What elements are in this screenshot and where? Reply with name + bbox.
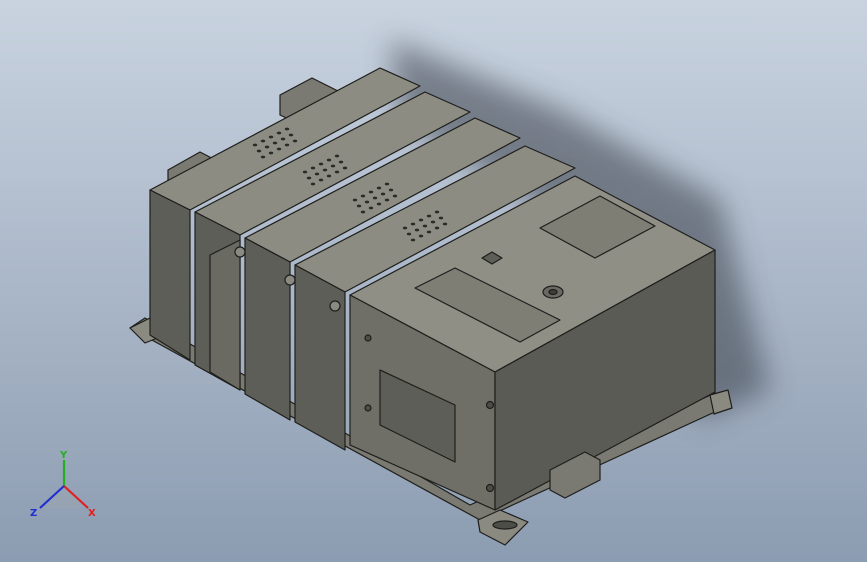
terminal-dot <box>342 166 348 170</box>
terminal-dot <box>284 143 290 147</box>
y-axis-label: Y <box>59 450 68 461</box>
terminal-dot <box>310 166 316 170</box>
terminal-dot <box>368 206 374 210</box>
terminal-dot <box>256 149 262 153</box>
terminal-dot <box>280 137 286 141</box>
contactor-assembly-model[interactable] <box>0 0 867 562</box>
side-screw-top <box>485 400 495 410</box>
terminal-dot <box>326 174 332 178</box>
terminal-dot <box>302 170 308 174</box>
cad-viewport[interactable]: Y X Z <box>0 0 867 562</box>
terminal-screw-2 <box>284 274 296 286</box>
terminal-dot <box>384 182 390 186</box>
terminal-dot <box>360 194 366 198</box>
terminal-dot <box>410 222 416 226</box>
terminal-dot <box>326 158 332 162</box>
terminal-dot <box>318 162 324 166</box>
orientation-triad[interactable]: Y X Z <box>28 448 100 520</box>
terminal-dot <box>384 198 390 202</box>
terminal-dot <box>430 220 436 224</box>
terminal-dot <box>434 210 440 214</box>
terminal-dot <box>268 135 274 139</box>
terminal-dot <box>410 238 416 242</box>
terminal-dot <box>380 192 386 196</box>
terminal-dot <box>356 204 362 208</box>
terminal-dot <box>310 182 316 186</box>
base-plate-tab-right <box>709 389 733 415</box>
pole-module-3-side <box>244 237 291 421</box>
terminal-dot <box>414 228 420 232</box>
terminal-dot <box>360 210 366 214</box>
terminal-screw-1 <box>234 246 246 258</box>
x-axis-label: X <box>88 508 96 519</box>
terminal-dot <box>264 145 270 149</box>
terminal-dot <box>292 139 298 143</box>
terminal-dot <box>330 164 336 168</box>
terminal-dot <box>418 234 424 238</box>
terminal-dot <box>402 226 408 230</box>
terminal-dot <box>284 127 290 131</box>
terminal-dot <box>376 186 382 190</box>
terminal-dot <box>322 168 328 172</box>
terminal-dot <box>364 200 370 204</box>
terminal-dot <box>438 216 444 220</box>
terminal-dot <box>276 131 282 135</box>
terminal-dot <box>426 230 432 234</box>
terminal-dot <box>352 198 358 202</box>
pole-module-2-front <box>209 239 241 391</box>
front-screw-top <box>364 334 372 342</box>
terminal-dot <box>260 155 266 159</box>
terminal-dot <box>434 226 440 230</box>
terminal-dot <box>334 170 340 174</box>
terminal-dot <box>426 214 432 218</box>
terminal-dot <box>272 141 278 145</box>
terminal-dot <box>368 190 374 194</box>
mounting-slot <box>492 520 518 530</box>
terminal-dot <box>422 224 428 228</box>
terminal-dot <box>288 133 294 137</box>
pole-module-1-side <box>149 189 191 361</box>
terminal-dot <box>276 147 282 151</box>
terminal-dot <box>306 176 312 180</box>
terminal-dot <box>334 154 340 158</box>
front-screw-bottom <box>364 404 372 412</box>
terminal-dot <box>392 194 398 198</box>
terminal-screw-3 <box>329 300 341 312</box>
terminal-dot <box>376 202 382 206</box>
terminal-dot <box>418 218 424 222</box>
terminal-dot <box>442 222 448 226</box>
terminal-dot <box>388 188 394 192</box>
terminal-dot <box>314 172 320 176</box>
terminal-dot <box>406 232 412 236</box>
terminal-dot <box>252 143 258 147</box>
terminal-dot <box>318 178 324 182</box>
pole-module-4-side <box>294 264 346 451</box>
side-screw-bottom <box>485 483 495 493</box>
triad-base <box>44 484 84 508</box>
terminal-dot <box>338 160 344 164</box>
terminal-dot <box>260 139 266 143</box>
selector-knob-center <box>548 288 558 296</box>
z-axis-label: Z <box>30 508 37 519</box>
terminal-dot <box>268 151 274 155</box>
terminal-dot <box>372 196 378 200</box>
